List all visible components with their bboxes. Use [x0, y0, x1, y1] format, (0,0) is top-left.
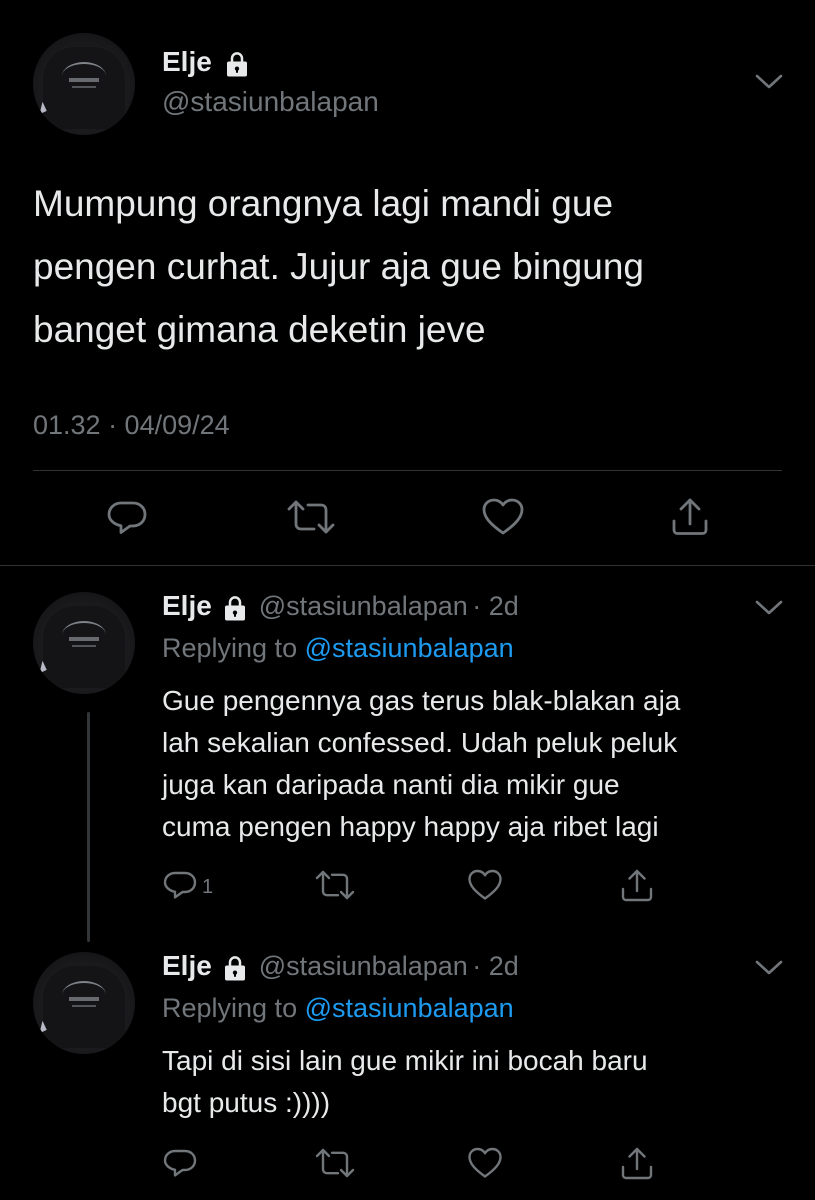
share-icon[interactable]: [668, 494, 712, 538]
tweet-text-line: Mumpung orangnya lagi mandi gue: [33, 183, 614, 224]
retweet-icon[interactable]: [314, 1146, 356, 1180]
reply-text-line: lah sekalian confessed. Udah peluk peluk: [162, 727, 678, 758]
reply-text: Gue pengennya gas terus blak-blakan aja …: [162, 680, 792, 848]
reply-text-line: bgt putus :)))): [162, 1087, 331, 1118]
reply-header: Elje @stasiunbalapan · 2d: [162, 590, 519, 623]
avatar[interactable]: [33, 592, 135, 694]
reply-icon[interactable]: [162, 868, 198, 902]
share-icon[interactable]: [618, 866, 656, 904]
author-handle[interactable]: @stasiunbalapan: [259, 951, 468, 981]
tweet-text-line: banget gimana deketin jeve: [33, 309, 486, 350]
reply-text-line: Tapi di sisi lain gue mikir ini bocah ba…: [162, 1045, 648, 1076]
replying-to: Replying to @stasiunbalapan: [162, 633, 514, 664]
replying-to-handle[interactable]: @stasiunbalapan: [305, 633, 514, 663]
thread-line: [87, 712, 90, 942]
author-name-row: Elje: [162, 46, 252, 79]
reply-icon[interactable]: [105, 497, 149, 537]
relative-time[interactable]: · 2d: [472, 591, 519, 621]
author-name[interactable]: Elje: [162, 46, 212, 77]
divider: [33, 470, 782, 471]
like-icon[interactable]: [466, 1146, 504, 1180]
lock-icon: [220, 593, 250, 623]
replying-to-label: Replying to: [162, 633, 298, 663]
reply-text-line: cuma pengen happy happy aja ribet lagi: [162, 811, 659, 842]
author-name[interactable]: Elje: [162, 950, 212, 981]
chevron-down-icon[interactable]: [752, 594, 786, 620]
reply-icon[interactable]: [162, 1146, 198, 1180]
lock-icon: [222, 49, 252, 79]
avatar[interactable]: [33, 33, 135, 135]
author-name[interactable]: Elje: [162, 590, 212, 621]
retweet-icon[interactable]: [286, 497, 336, 537]
reply-text: Tapi di sisi lain gue mikir ini bocah ba…: [162, 1040, 792, 1124]
like-icon[interactable]: [480, 497, 526, 537]
lock-icon: [220, 953, 250, 983]
replying-to-handle[interactable]: @stasiunbalapan: [305, 993, 514, 1023]
reply-text-line: juga kan daripada nanti dia mikir gue: [162, 769, 620, 800]
share-icon[interactable]: [618, 1144, 656, 1182]
author-handle[interactable]: @stasiunbalapan: [259, 591, 468, 621]
tweet-text: Mumpung orangnya lagi mandi gue pengen c…: [33, 172, 793, 361]
reply-header: Elje @stasiunbalapan · 2d: [162, 950, 519, 983]
reply-count: 1: [202, 876, 214, 898]
author-handle[interactable]: @stasiunbalapan: [162, 86, 379, 118]
replying-to: Replying to @stasiunbalapan: [162, 993, 514, 1024]
chevron-down-icon[interactable]: [752, 68, 786, 94]
like-icon[interactable]: [466, 868, 504, 902]
divider: [0, 565, 815, 566]
avatar[interactable]: [33, 952, 135, 1054]
retweet-icon[interactable]: [314, 868, 356, 902]
relative-time[interactable]: · 2d: [472, 951, 519, 981]
tweet-text-line: pengen curhat. Jujur aja gue bingung: [33, 246, 644, 287]
timestamp[interactable]: 01.32 · 04/09/24: [33, 410, 230, 441]
replying-to-label: Replying to: [162, 993, 298, 1023]
chevron-down-icon[interactable]: [752, 954, 786, 980]
reply-text-line: Gue pengennya gas terus blak-blakan aja: [162, 685, 681, 716]
